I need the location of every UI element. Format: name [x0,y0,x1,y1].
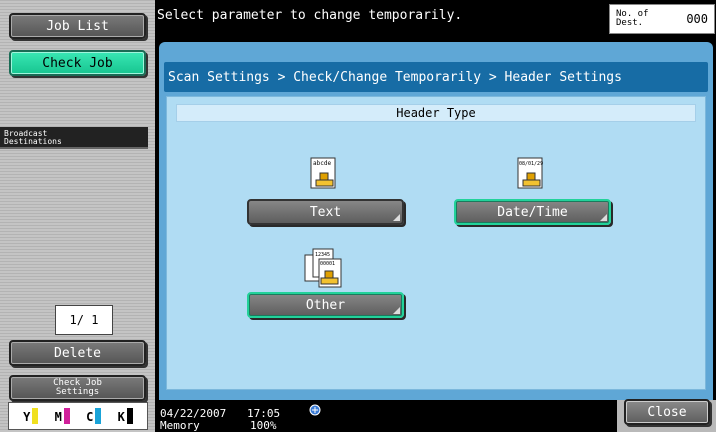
broadcast-destinations-label: Broadcast Destinations [0,127,148,149]
dest-count-value: 000 [686,11,708,26]
status-memory-value: 100% [250,419,277,432]
close-button[interactable]: Close [624,399,710,425]
content-area [166,96,706,390]
breadcrumb: Scan Settings > Check/Change Temporarily… [164,62,708,92]
check-job-button[interactable]: Check Job [9,50,146,76]
check-job-settings-label-2: Settings [55,387,100,397]
instruction-message: Select parameter to change temporarily. [157,8,463,23]
toner-yellow: Y [23,408,39,424]
other-icon-sample-b: 00001 [320,261,335,267]
status-bar: 04/22/2007 17:05 Memory 100% [157,400,617,432]
job-list-button[interactable]: Job List [9,13,146,39]
toner-magenta: M [55,408,70,424]
other-option-button[interactable]: Other [247,292,404,318]
text-option-button[interactable]: Text [247,199,404,225]
other-header-icon: 12345 00001 [304,248,342,288]
toner-black: K [118,408,133,424]
text-header-icon: abcde [310,157,336,189]
broadcast-label-line2: Destinations [4,137,62,146]
status-date: 04/22/2007 [160,407,227,420]
datetime-icon-sample: 08/01/29 [519,161,543,167]
toner-magenta-bar [63,408,70,424]
toner-yellow-label: Y [23,410,31,424]
delete-button[interactable]: Delete [9,340,146,366]
left-sidebar: Job List Check Job Delete Check Job Sett… [0,0,155,432]
check-job-settings-button[interactable]: Check Job Settings [9,375,146,401]
datetime-header-icon: 08/01/29 [517,157,543,189]
toner-magenta-label: M [54,410,62,424]
toner-yellow-bar [32,408,39,424]
section-title: Header Type [176,104,696,122]
datetime-option-button[interactable]: Date/Time [454,199,611,225]
toner-cyan-bar [95,408,102,424]
toner-levels: Y M C K [8,402,148,430]
toner-cyan-label: C [86,410,94,424]
status-time: 17:05 [247,407,281,420]
destination-count: No. of Dest. 000 [609,4,715,34]
text-icon-sample: abcde [313,160,331,167]
network-icon [309,404,321,416]
page-counter: 1/ 1 [55,305,113,335]
dest-label-line2: Dest. [616,18,644,28]
other-icon-sample-a: 12345 [315,252,330,258]
toner-black-bar [126,408,133,424]
toner-cyan: C [86,408,102,424]
toner-black-label: K [117,410,125,424]
status-memory-label: Memory [160,419,200,432]
